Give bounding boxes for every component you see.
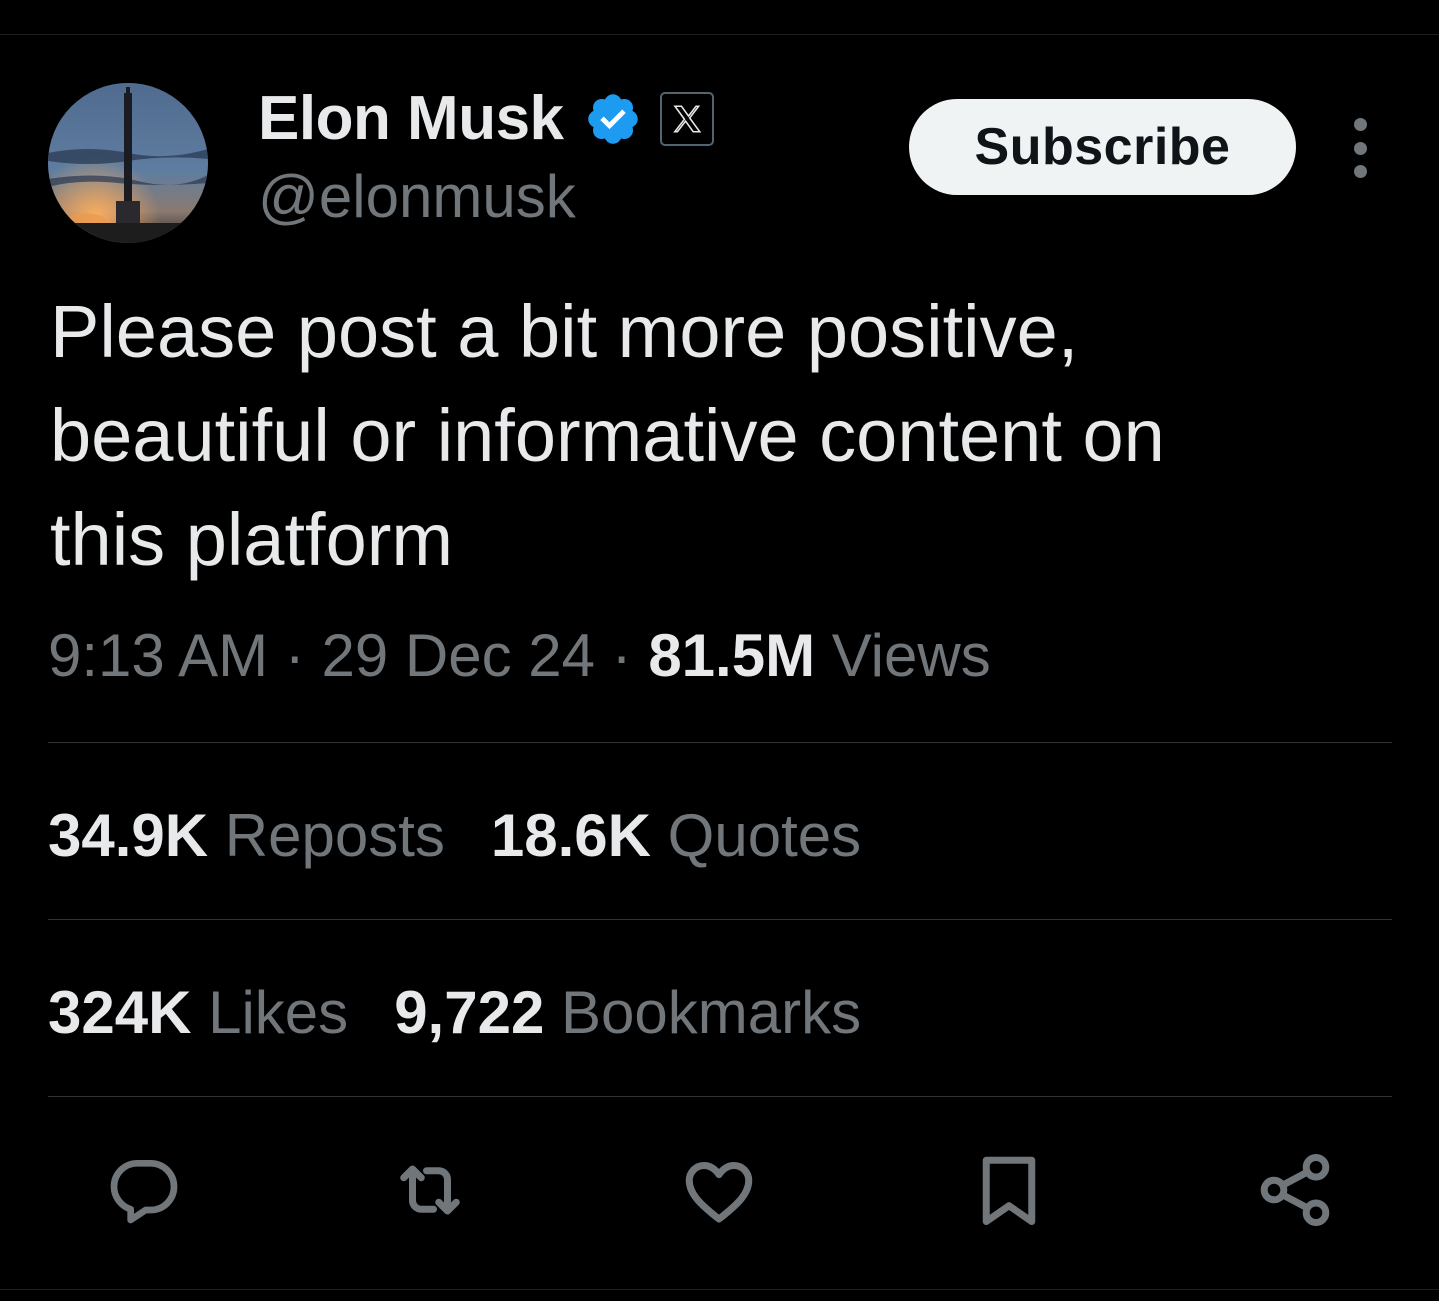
- more-dot: [1353, 141, 1367, 155]
- x-logo-glyph: [672, 105, 701, 133]
- bookmarks-count: 9,722: [394, 979, 545, 1046]
- bookmarks-label: Bookmarks: [544, 979, 862, 1046]
- bookmark-button[interactable]: [959, 1140, 1059, 1240]
- author-display-name[interactable]: Elon Musk: [258, 84, 564, 154]
- quotes-stat[interactable]: 18.6K Quotes: [491, 802, 861, 869]
- views-label: Views: [815, 622, 991, 689]
- verified-badge-icon[interactable]: [584, 90, 642, 148]
- reposts-stat[interactable]: 34.9K Reposts: [48, 802, 445, 869]
- likes-stat[interactable]: 324K Likes: [48, 979, 348, 1046]
- likes-count: 324K: [48, 979, 192, 1046]
- bookmark-icon: [982, 1156, 1036, 1225]
- like-button[interactable]: [669, 1140, 769, 1240]
- reposts-count: 34.9K: [48, 802, 209, 869]
- more-vertical-icon[interactable]: [1340, 118, 1380, 178]
- likes-label: Likes: [191, 979, 349, 1046]
- author-name-row: Elon Musk: [258, 84, 714, 154]
- x-logo-icon[interactable]: [659, 92, 714, 146]
- post-time[interactable]: 9:13 AM: [48, 622, 268, 689]
- post-text: Please post a bit more positive, beautif…: [50, 290, 1165, 581]
- repost-icon: [400, 1165, 460, 1215]
- author-handle[interactable]: @elonmusk: [258, 162, 576, 232]
- like-icon: [685, 1162, 753, 1223]
- top-separator: [0, 34, 1439, 35]
- bottom-separator: [0, 1289, 1439, 1290]
- more-dot: [1353, 118, 1367, 131]
- action-bar: [0, 1140, 1439, 1240]
- divider: [48, 1096, 1392, 1097]
- more-dot: [1353, 165, 1367, 178]
- quotes-count: 18.6K: [490, 802, 651, 869]
- avatar-image: [48, 83, 208, 243]
- divider: [48, 742, 1392, 743]
- views-count[interactable]: 81.5M: [648, 622, 815, 689]
- subscribe-button[interactable]: Subscribe: [909, 99, 1296, 195]
- quotes-label: Quotes: [651, 802, 862, 869]
- bookmarks-stat[interactable]: 9,722 Bookmarks: [394, 979, 861, 1046]
- divider: [48, 919, 1392, 920]
- share-icon: [1260, 1153, 1330, 1227]
- stats-row-reposts-quotes: 34.9K Reposts 18.6K Quotes: [48, 798, 861, 874]
- meta-separator: ·: [594, 622, 649, 689]
- meta-separator: ·: [268, 622, 322, 689]
- reply-icon: [110, 1160, 178, 1224]
- post-date[interactable]: 29 Dec 24: [321, 622, 595, 689]
- reply-button[interactable]: [94, 1140, 194, 1240]
- repost-button[interactable]: [380, 1140, 480, 1240]
- avatar[interactable]: [48, 83, 208, 243]
- stats-row-likes-bookmarks: 324K Likes 9,722 Bookmarks: [48, 975, 861, 1051]
- share-button[interactable]: [1245, 1140, 1345, 1240]
- reposts-label: Reposts: [208, 802, 445, 869]
- post-metadata: 9:13 AM · 29 Dec 24 · 81.5M Views: [48, 618, 991, 694]
